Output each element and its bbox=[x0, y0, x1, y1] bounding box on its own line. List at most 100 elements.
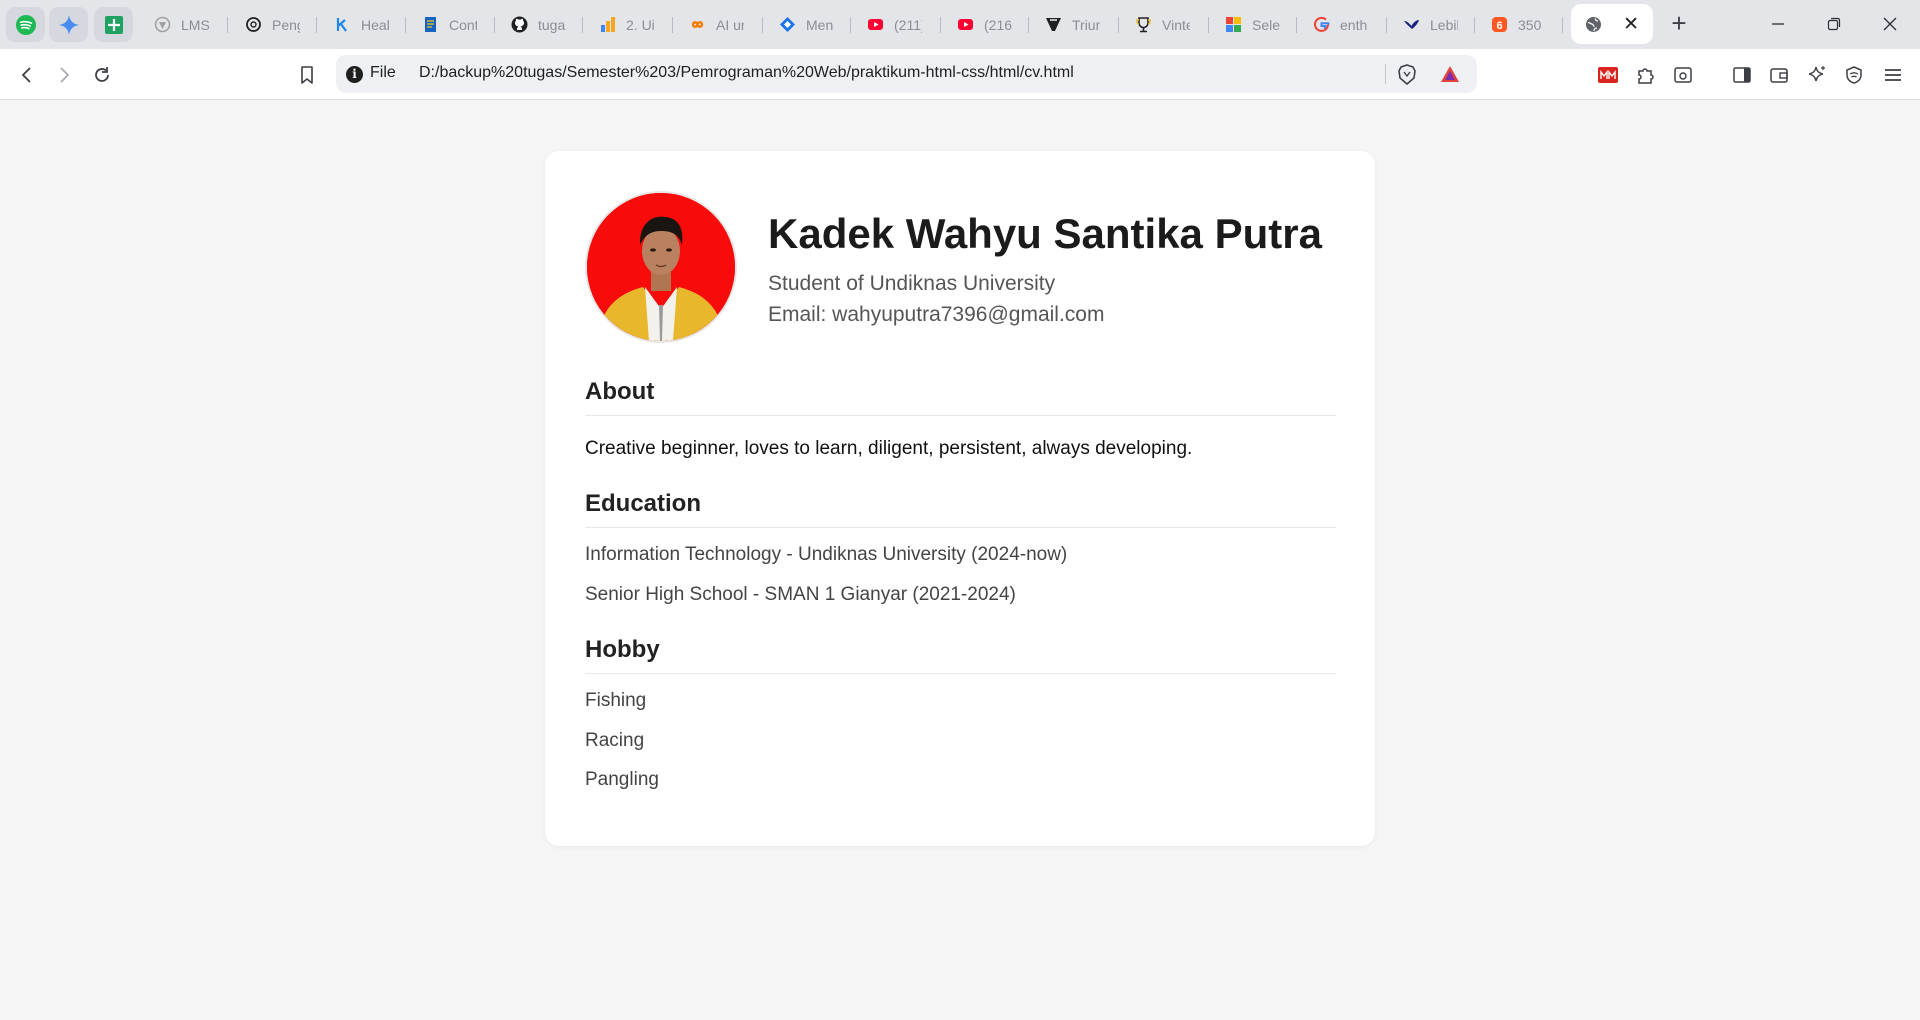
tab[interactable]: LMS bbox=[140, 8, 228, 41]
tab-separator bbox=[940, 17, 941, 33]
tab-separator bbox=[1562, 17, 1563, 33]
sidebar-button[interactable] bbox=[1729, 62, 1755, 88]
tab-title: Lebih bbox=[1430, 16, 1458, 33]
wallet-button[interactable] bbox=[1766, 62, 1792, 88]
bird-icon bbox=[1403, 16, 1420, 33]
tab[interactable]: AI untuk bbox=[675, 8, 763, 41]
grid-blocks-icon bbox=[1225, 16, 1242, 33]
tab-separator bbox=[762, 17, 763, 33]
extensions-button[interactable] bbox=[1633, 62, 1659, 88]
hamburger-menu-icon bbox=[1885, 69, 1901, 81]
minimize-button[interactable] bbox=[1750, 0, 1806, 48]
tab-title: AI untuk bbox=[716, 16, 744, 33]
extension-red-icon bbox=[1598, 67, 1618, 83]
infinity-icon bbox=[689, 16, 706, 33]
education-item: Information Technology - Undiknas Univer… bbox=[585, 544, 1068, 565]
reload-icon bbox=[95, 67, 109, 82]
tab-separator bbox=[1474, 17, 1475, 33]
bar-chart-icon bbox=[599, 16, 616, 33]
tab-separator bbox=[405, 17, 406, 33]
profile-name: Kadek Wahyu Santika Putra bbox=[768, 210, 1322, 257]
tab-title: 350 bbox=[1518, 16, 1542, 33]
hobby-item: Pangling bbox=[585, 769, 659, 790]
pinned-tab-spotify[interactable] bbox=[6, 7, 45, 42]
diamond-icon bbox=[779, 16, 796, 33]
back-arrow-icon bbox=[21, 67, 31, 83]
tab[interactable]: (211) bbox=[853, 8, 941, 41]
sheets-icon bbox=[104, 15, 123, 34]
address-bar[interactable]: i File D:/backup%20tugas/Semester%203/Pe… bbox=[336, 55, 1477, 93]
scheme-label: File bbox=[370, 64, 396, 81]
tab-title: Contoh bbox=[449, 16, 477, 33]
spotify-icon bbox=[15, 14, 36, 35]
tab-separator bbox=[1386, 17, 1387, 33]
document-icon bbox=[422, 16, 439, 33]
tab-title: (211) bbox=[894, 16, 922, 33]
github-icon bbox=[511, 16, 528, 33]
tab[interactable]: Triumph bbox=[1031, 8, 1119, 41]
bookmark-icon bbox=[301, 66, 313, 84]
tab-separator bbox=[850, 17, 851, 33]
pinned-tab-gemini[interactable] bbox=[49, 7, 88, 42]
reload-button[interactable] bbox=[89, 62, 115, 88]
section-heading-hobby: Hobby bbox=[585, 636, 1336, 674]
tab[interactable]: Health bbox=[320, 8, 406, 41]
browser-toolbar: i File D:/backup%20tugas/Semester%203/Pe… bbox=[0, 49, 1920, 100]
tab[interactable]: Mendaftar bbox=[765, 8, 851, 41]
pinned-tab-sheets[interactable] bbox=[94, 7, 133, 42]
tab-separator bbox=[1296, 17, 1297, 33]
back-button[interactable] bbox=[14, 62, 40, 88]
site-info-icon[interactable]: i bbox=[346, 66, 363, 83]
gemini-icon bbox=[58, 14, 79, 35]
tab-title: enthusiast bbox=[1340, 16, 1368, 33]
tab-title: 2. Ui bbox=[626, 16, 654, 33]
tab[interactable]: (216) bbox=[943, 8, 1029, 41]
profile-email: Email: wahyuputra7396@gmail.com bbox=[768, 303, 1105, 326]
section-heading-about: About bbox=[585, 378, 1336, 416]
tab[interactable]: 2. Ui bbox=[585, 8, 673, 41]
tab[interactable]: Select bbox=[1211, 8, 1297, 41]
bookmark-button[interactable] bbox=[294, 62, 320, 88]
trophy-icon bbox=[1135, 16, 1152, 33]
svg-text:6: 6 bbox=[1496, 20, 1502, 32]
profile-subtitle: Student of Undiknas University bbox=[768, 272, 1056, 295]
tab-separator bbox=[582, 17, 583, 33]
vpn-button[interactable] bbox=[1841, 62, 1867, 88]
tab-active[interactable]: ✕ bbox=[1571, 4, 1653, 44]
close-icon bbox=[1883, 17, 1897, 31]
tab[interactable]: Lebih bbox=[1389, 8, 1475, 41]
extension-button[interactable] bbox=[1595, 62, 1621, 88]
sidebar-icon bbox=[1733, 67, 1751, 83]
restore-button[interactable] bbox=[1806, 0, 1862, 48]
forward-button[interactable] bbox=[51, 62, 77, 88]
wallet-icon bbox=[1770, 68, 1788, 83]
url-text[interactable]: D:/backup%20tugas/Semester%203/Pemrogram… bbox=[419, 64, 1074, 82]
tab-separator bbox=[672, 17, 673, 33]
sparkle-icon bbox=[1808, 66, 1825, 82]
tab-separator bbox=[1118, 17, 1119, 33]
tab-title: LMS bbox=[181, 16, 209, 33]
tab[interactable]: Vinted bbox=[1121, 8, 1209, 41]
tab[interactable]: tugas bbox=[497, 8, 583, 41]
tab-separator bbox=[1028, 17, 1029, 33]
reader-icon bbox=[1674, 67, 1692, 83]
about-text: Creative beginner, loves to learn, dilig… bbox=[585, 438, 1193, 459]
tab-title: Pengumpulan bbox=[272, 16, 300, 33]
reader-mode-button[interactable] bbox=[1670, 62, 1696, 88]
tab[interactable]: Pengumpulan bbox=[231, 8, 317, 41]
hobby-item: Fishing bbox=[585, 690, 647, 711]
brave-rewards-icon[interactable] bbox=[1440, 65, 1460, 88]
close-tab-icon[interactable]: ✕ bbox=[1623, 13, 1639, 36]
leo-ai-button[interactable] bbox=[1804, 62, 1830, 88]
tab[interactable]: 6 350 bbox=[1477, 8, 1563, 41]
main-menu-button[interactable] bbox=[1880, 62, 1906, 88]
tab[interactable]: Contoh bbox=[408, 8, 495, 41]
close-window-button[interactable] bbox=[1862, 0, 1918, 48]
brave-shields-icon[interactable] bbox=[1397, 64, 1417, 90]
youtube-icon bbox=[957, 16, 974, 33]
new-tab-button[interactable]: + bbox=[1664, 9, 1694, 39]
tab-title: Health bbox=[361, 16, 389, 33]
chatgpt-icon bbox=[245, 16, 262, 33]
tab-title: Select bbox=[1252, 16, 1280, 33]
tab[interactable]: enthusiast bbox=[1299, 8, 1387, 41]
